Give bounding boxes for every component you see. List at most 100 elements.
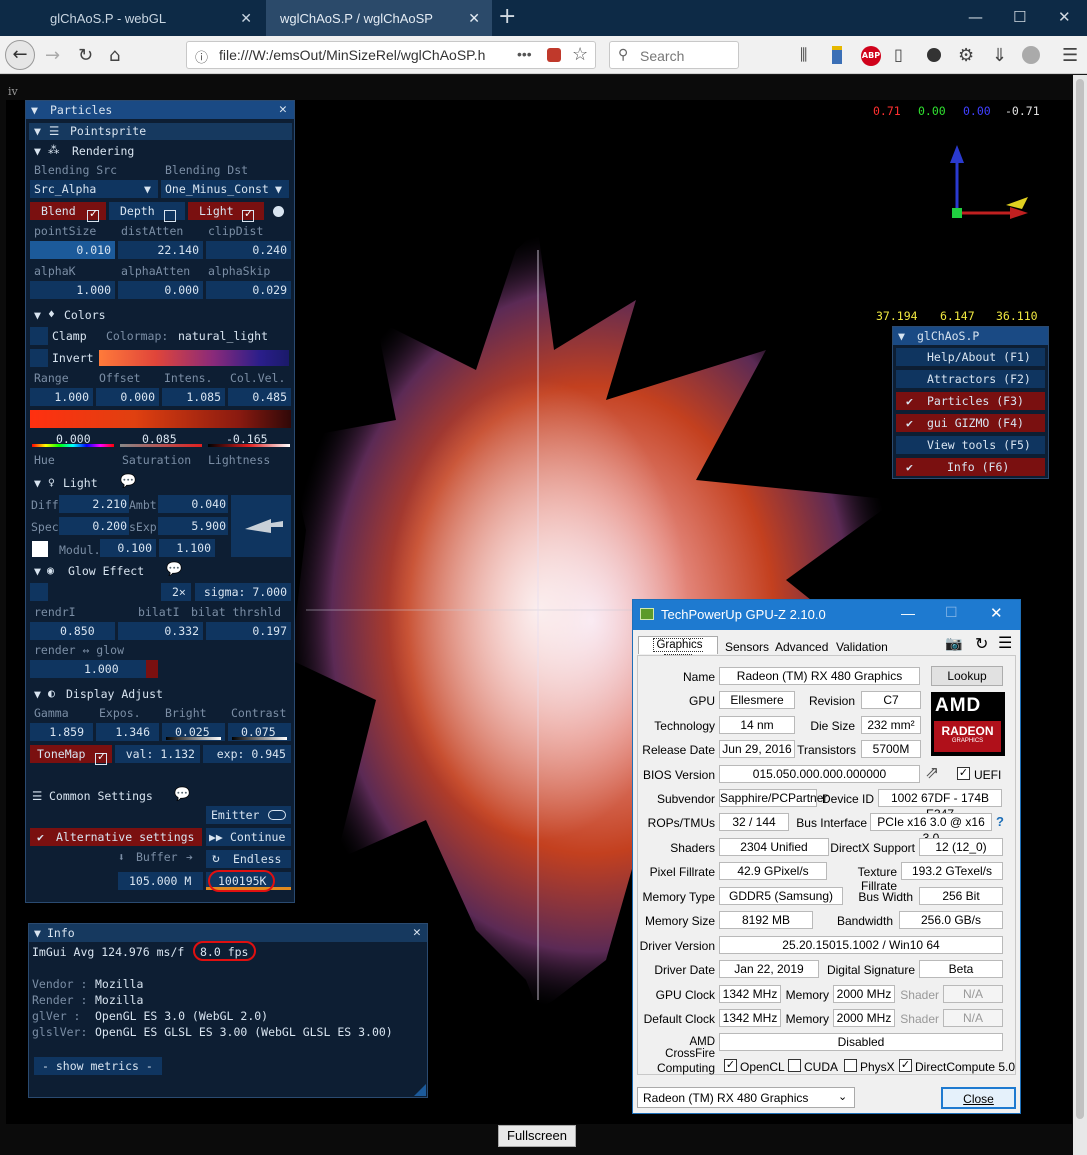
slider-grab[interactable] (146, 660, 158, 678)
glow-2x-button[interactable]: 2× (161, 583, 191, 601)
common-settings-header[interactable]: Common Settings (49, 789, 153, 803)
tab-wglchaosp[interactable]: wglChAoS.P / wglChAoSP ✕ (266, 0, 492, 36)
pointsize-input[interactable]: 0.010 (30, 241, 115, 259)
collapse-arrow-icon[interactable]: ▼ (34, 144, 41, 158)
gpuz-titlebar[interactable]: TechPowerUp GPU-Z 2.10.0 — ☐ ✕ (633, 600, 1020, 630)
collapse-arrow-icon[interactable]: ▼ (34, 926, 41, 940)
close-button[interactable]: Close (941, 1087, 1016, 1109)
comment-icon[interactable]: 💬 (120, 474, 136, 489)
tab-webgl[interactable]: glChAoS.P - webGL ✕ (36, 0, 264, 36)
spec-input[interactable]: 0.200 (59, 517, 129, 535)
light-toggle[interactable]: Light (188, 202, 264, 222)
continue-button[interactable]: ▶▶ Continue (206, 828, 291, 846)
url-text[interactable]: file:///W:/emsOut/MinSizeRel/wglChAoSP.h (219, 47, 485, 63)
glow-checkbox[interactable] (30, 583, 48, 601)
blending-src-select[interactable]: Src_Alpha ▼ (30, 180, 158, 198)
gamma-input[interactable]: 1.859 (30, 723, 93, 741)
close-icon[interactable]: ✕ (990, 604, 1003, 622)
tonemap-toggle[interactable]: ToneMap (30, 745, 112, 765)
collapse-arrow-icon[interactable]: ▼ (34, 124, 41, 138)
gear-icon[interactable]: ⚙ (958, 45, 974, 66)
ambt-input[interactable]: 0.040 (158, 495, 228, 513)
pointsprite-header[interactable]: ▼ ☰ Pointsprite (29, 123, 292, 140)
alternative-settings-toggle[interactable]: ✔ Alternative settings (30, 828, 202, 846)
search-input[interactable]: ⚲ Search (609, 41, 739, 69)
intens-input[interactable]: 1.085 (162, 388, 225, 406)
modul-input[interactable]: 0.100 (100, 539, 156, 557)
gpu-select[interactable]: Radeon (TM) RX 480 Graphics ⌄ (637, 1087, 855, 1108)
fullscreen-button[interactable]: Fullscreen (498, 1125, 576, 1147)
contrast-slider[interactable]: 0.075 (228, 723, 291, 741)
blend-toggle[interactable]: Blend (30, 202, 106, 222)
clipdist-input[interactable]: 0.240 (206, 241, 291, 259)
tab-validation[interactable]: Validation (836, 640, 888, 654)
bilati-input[interactable]: 0.332 (118, 622, 203, 640)
menu-item-gizmo[interactable]: ✔ gui GIZMO (F4) (896, 414, 1045, 432)
colormap-gradient[interactable] (99, 350, 289, 366)
scrollbar-thumb[interactable] (1076, 79, 1084, 1119)
extension-icon[interactable] (832, 46, 842, 64)
url-bar[interactable]: ⓘ file:///W:/emsOut/MinSizeRel/wglChAoSP… (186, 41, 596, 69)
home-icon[interactable]: ⌂ (109, 45, 120, 66)
maximize-icon[interactable]: ☐ (945, 604, 958, 621)
menu-item-particles[interactable]: ✔ Particles (F3) (896, 392, 1045, 410)
expos-input[interactable]: 1.346 (96, 723, 159, 741)
menu-item-viewtools[interactable]: View tools (F5) (896, 436, 1045, 454)
endless-toggle[interactable]: ↻ Endless (206, 850, 291, 868)
extension-icon[interactable] (1022, 46, 1040, 64)
particles-titlebar[interactable]: ▼ Particles ✕ (26, 101, 294, 119)
distatten-input[interactable]: 22.140 (118, 241, 203, 259)
reader-icon[interactable]: ▯ (894, 45, 903, 64)
extension-icon[interactable] (927, 48, 941, 62)
back-icon[interactable]: ← (5, 40, 35, 70)
sigma-input[interactable]: sigma: 7.000 (195, 583, 291, 601)
help-icon[interactable]: ? (996, 814, 1004, 829)
invert-checkbox[interactable] (30, 349, 48, 367)
refresh-icon[interactable]: ↻ (975, 634, 988, 654)
tonemap-exp-input[interactable]: exp: 0.945 (203, 745, 291, 763)
tab-advanced[interactable]: Advanced (775, 640, 828, 654)
info-icon[interactable]: ⓘ (195, 47, 208, 66)
bookmark-star-icon[interactable]: ☆ (572, 44, 588, 65)
collapse-arrow-icon[interactable]: ▼ (34, 687, 41, 701)
download-icon[interactable]: ⇓ (992, 45, 1007, 66)
bright-slider[interactable]: 0.025 (162, 723, 225, 741)
resize-grip-icon[interactable] (414, 1084, 426, 1096)
sexp-input[interactable]: 5.900 (158, 517, 228, 535)
collapse-arrow-icon[interactable]: ▼ (898, 329, 905, 343)
colvel-input[interactable]: 0.485 (228, 388, 291, 406)
emitter-toggle[interactable]: Emitter (206, 806, 291, 824)
range-input[interactable]: 1.000 (30, 388, 93, 406)
alphaatten-input[interactable]: 0.000 (118, 281, 203, 299)
tab-graphics-card[interactable]: Graphics Card (638, 636, 718, 668)
close-icon[interactable]: ✕ (413, 925, 421, 940)
library-icon[interactable]: ⫼ (800, 45, 807, 65)
minimize-icon[interactable]: — (968, 8, 983, 26)
page-actions-icon[interactable]: ••• (517, 46, 532, 62)
collapse-arrow-icon[interactable]: ▼ (31, 103, 38, 117)
collapse-arrow-icon[interactable]: ▼ (34, 476, 41, 490)
close-icon[interactable]: ✕ (468, 10, 480, 27)
blending-dst-select[interactable]: One_Minus_Const ▼ (161, 180, 289, 198)
adblock-icon[interactable]: ABP (861, 46, 881, 66)
modul2-input[interactable]: 1.100 (159, 539, 215, 557)
buffer-input[interactable]: 105.000 M (118, 872, 203, 890)
light-radio[interactable] (273, 206, 284, 217)
collapse-arrow-icon[interactable]: ▼ (34, 308, 41, 322)
close-window-icon[interactable]: ✕ (1058, 8, 1071, 26)
tab-sensors[interactable]: Sensors (725, 640, 769, 654)
clamp-checkbox[interactable] (30, 327, 48, 345)
bilat-threshold-input[interactable]: 0.197 (206, 622, 291, 640)
forward-icon[interactable]: → (45, 45, 60, 66)
comment-icon[interactable]: 💬 (166, 562, 182, 577)
camera-icon[interactable]: 📷 (945, 635, 962, 652)
alphaskip-input[interactable]: 0.029 (206, 281, 291, 299)
menu-item-attractors[interactable]: Attractors (F2) (896, 370, 1045, 388)
rendering-header[interactable]: Rendering (72, 144, 134, 158)
menu-item-help[interactable]: Help/About (F1) (896, 348, 1045, 366)
menu-titlebar[interactable]: ▼ glChAoS.P (893, 327, 1048, 345)
light-direction-widget[interactable] (231, 495, 291, 557)
minimize-icon[interactable]: — (901, 605, 915, 621)
rendri-input[interactable]: 0.850 (30, 622, 115, 640)
colormap-value[interactable]: natural_light (178, 329, 268, 343)
